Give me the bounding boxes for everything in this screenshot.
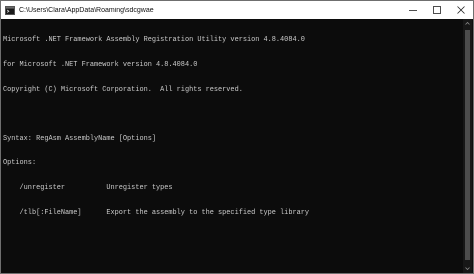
console-line: Copyright (C) Microsoft Corporation. All…: [3, 85, 243, 94]
scroll-down-icon[interactable]: [463, 264, 472, 273]
console-line: Microsoft .NET Framework Assembly Regist…: [3, 36, 305, 45]
scroll-thumb[interactable]: [465, 30, 470, 260]
maximize-button[interactable]: [425, 1, 449, 19]
close-button[interactable]: [449, 1, 473, 19]
title-bar[interactable]: C:\Users\Clara\AppData\Roaming\sdcgwae: [1, 1, 473, 19]
console-line: /tlb[:FileName] Export the assembly to t…: [3, 208, 309, 217]
minimize-icon: [409, 10, 417, 11]
console-icon: [5, 5, 15, 15]
console-line: Syntax: RegAsm AssemblyName [Options]: [3, 134, 156, 143]
console-line: /unregister Unregister types: [3, 183, 173, 192]
close-icon: [457, 6, 465, 14]
console-window: C:\Users\Clara\AppData\Roaming\sdcgwae M…: [0, 0, 474, 274]
vertical-scrollbar[interactable]: [463, 19, 472, 273]
maximize-icon: [433, 6, 441, 14]
scroll-up-icon[interactable]: [463, 19, 472, 28]
window-title: C:\Users\Clara\AppData\Roaming\sdcgwae: [19, 6, 154, 14]
console-output[interactable]: Microsoft .NET Framework Assembly Regist…: [3, 20, 461, 272]
console-line: Options:: [3, 159, 37, 168]
console-line: for Microsoft .NET Framework version 4.8…: [3, 61, 198, 69]
minimize-button[interactable]: [401, 1, 425, 19]
